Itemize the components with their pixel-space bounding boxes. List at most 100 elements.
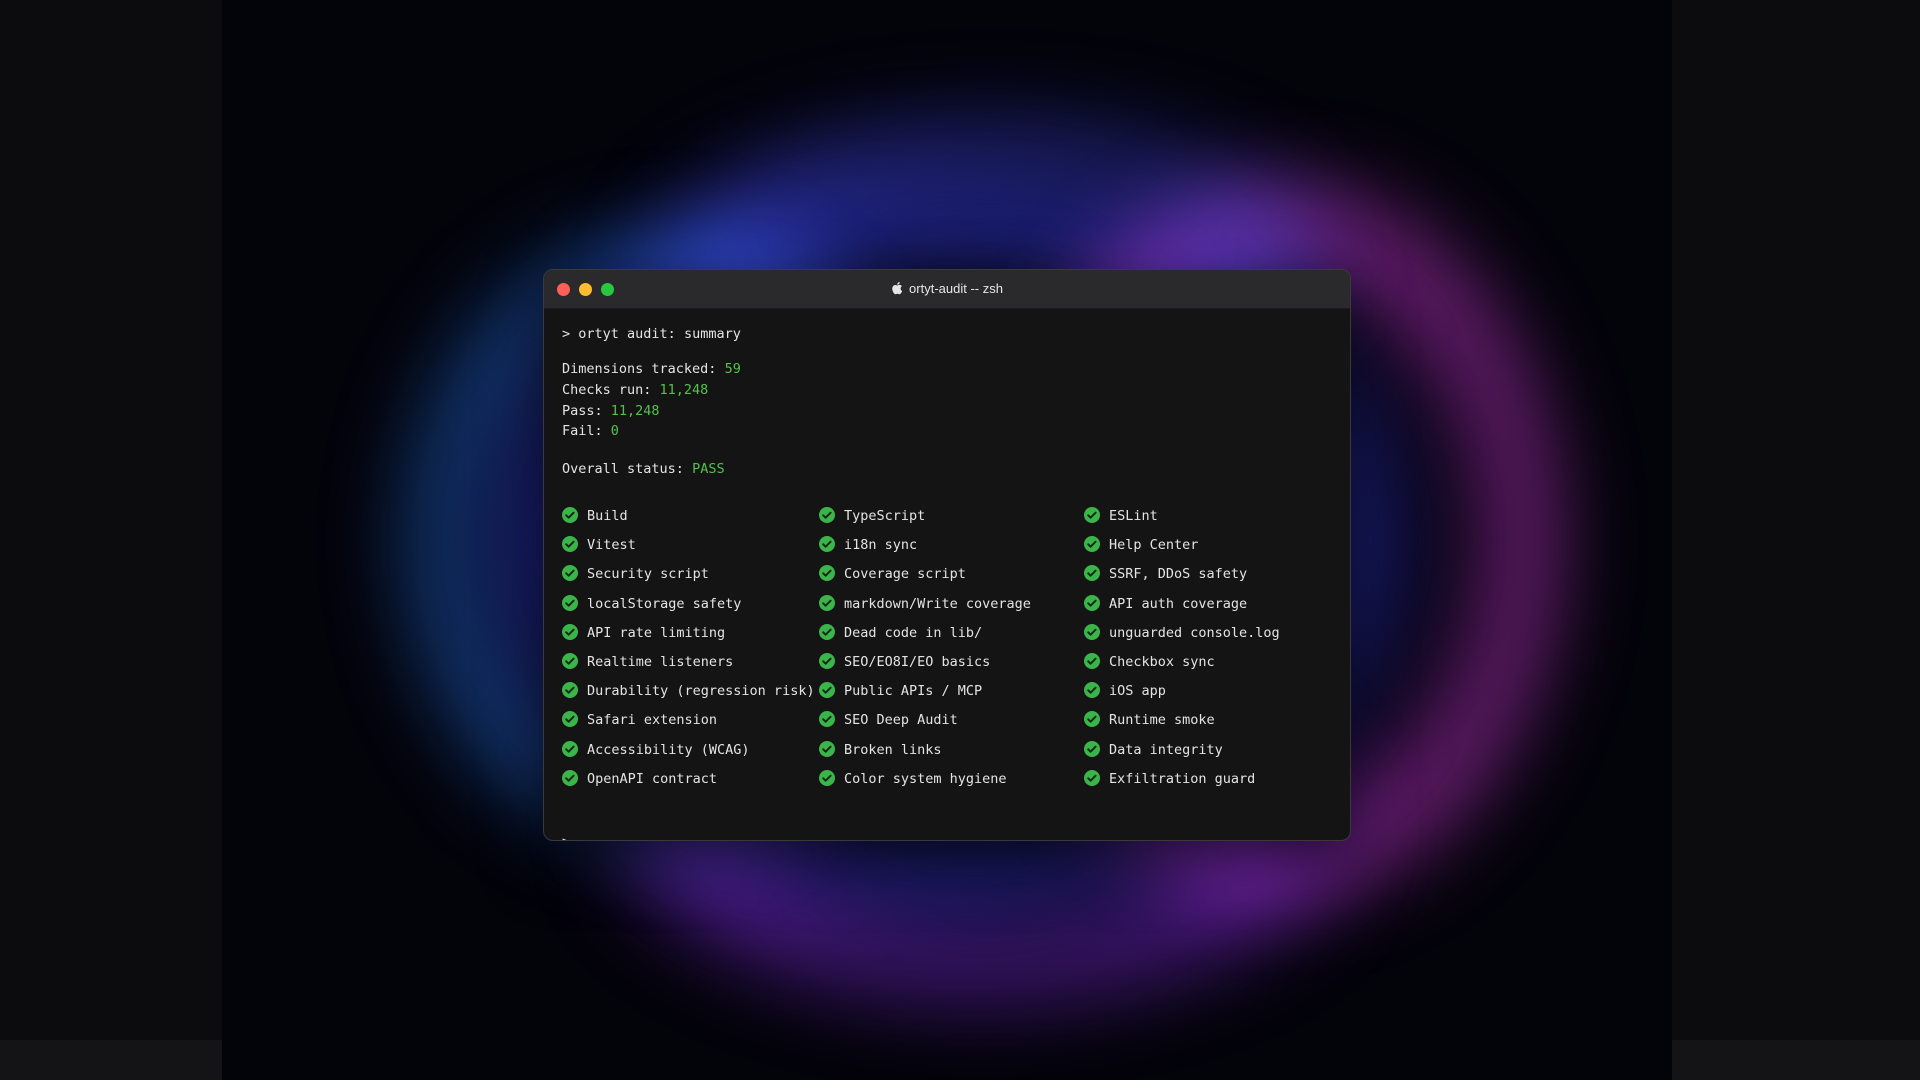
check-circle-icon <box>562 682 578 699</box>
prompt-symbol: > <box>562 326 571 342</box>
check-item: Coverage script <box>819 565 1069 594</box>
check-circle-icon <box>1084 623 1100 640</box>
input-prompt-line[interactable]: > <box>562 832 586 840</box>
check-item-label: Runtime smoke <box>1109 712 1215 729</box>
check-item: iOS app <box>1084 682 1334 711</box>
check-item-label: API auth coverage <box>1109 595 1248 612</box>
terminal-output[interactable]: > ortyt audit: summary Dimensions tracke… <box>562 308 1332 840</box>
right-letterbox <box>1672 0 1920 1080</box>
check-item-label: Color system hygiene <box>844 770 1007 787</box>
check-item: Broken links <box>819 740 1069 770</box>
check-item: OpenAPI contract <box>562 769 812 799</box>
check-item-label: Build <box>587 508 628 524</box>
stat-label: Dimensions tracked: <box>562 361 717 377</box>
check-item-label: OpenAPI contract <box>587 770 718 787</box>
checks-column: Build Vitest Security script localStorage s… <box>562 507 815 799</box>
check-item-label: Security script <box>587 566 709 583</box>
check-circle-icon <box>562 536 578 553</box>
check-item: Data integrity <box>1084 740 1334 770</box>
check-circle-icon <box>1084 711 1100 728</box>
stat-label: Pass: <box>562 403 603 419</box>
check-item-label: Public APIs / MCP <box>844 683 983 700</box>
check-circle-icon <box>562 769 578 786</box>
check-circle-icon <box>1084 652 1100 669</box>
check-item-label: Coverage script <box>844 566 966 583</box>
check-item-label: iOS app <box>1109 683 1166 700</box>
checks-column: TypeScript i18n sync Coverage script markdo… <box>819 507 1069 799</box>
check-circle-icon <box>562 594 578 611</box>
stat-label: Checks run: <box>562 382 652 398</box>
check-item-label: Broken links <box>844 741 942 758</box>
check-item-label: Data integrity <box>1109 741 1223 758</box>
check-item: Realtime listeners <box>562 652 812 682</box>
checks-column: ESLint Help Center SSRF, DDoS safety API au… <box>1084 507 1334 799</box>
check-item-label: Dead code in lib/ <box>844 624 983 641</box>
check-circle-icon <box>1084 536 1100 553</box>
check-item: SSRF, DDoS safety <box>1084 565 1334 594</box>
check-item: i18n sync <box>819 536 1069 565</box>
check-circle-icon <box>819 536 835 553</box>
check-circle-icon <box>819 682 835 699</box>
check-item: SEO Deep Audit <box>819 711 1069 740</box>
check-item: Security script <box>562 565 812 594</box>
check-circle-icon <box>819 507 835 523</box>
check-item: markdown/Write coverage <box>819 594 1069 624</box>
stat-value: 11,248 <box>610 403 660 419</box>
check-circle-icon <box>562 711 578 728</box>
command-line: > ortyt audit: summary <box>562 324 741 344</box>
check-circle-icon <box>1084 507 1100 523</box>
prompt-symbol: > <box>562 834 570 840</box>
check-item-label: localStorage safety <box>587 595 742 612</box>
apple-logo-icon <box>892 282 903 295</box>
check-item: Safari extension <box>562 711 812 740</box>
check-circle-icon <box>1084 740 1100 757</box>
check-item-label: TypeScript <box>844 508 926 524</box>
screen: ortyt-audit -- zsh > ortyt audit: summar… <box>0 0 1920 1080</box>
check-item: Color system hygiene <box>819 769 1069 799</box>
window-title-text: ortyt-audit -- zsh <box>909 281 1003 296</box>
command-text: ortyt audit: summary <box>578 326 741 342</box>
check-circle-icon <box>562 652 578 669</box>
check-circle-icon <box>1084 594 1100 611</box>
stat-value: 0 <box>610 423 619 439</box>
status-label: Overall status: <box>562 461 684 477</box>
check-item: API auth coverage <box>1084 594 1334 624</box>
check-item: API rate limiting <box>562 623 812 653</box>
stat-pass: Pass: 11,248 <box>562 401 660 421</box>
check-circle-icon <box>819 711 835 728</box>
check-item-label: Durability (regression risk) <box>587 683 815 700</box>
check-circle-icon <box>1084 565 1100 582</box>
check-item-label: Help Center <box>1109 537 1199 554</box>
stat-fail: Fail: 0 <box>562 421 619 441</box>
check-item-label: i18n sync <box>844 537 918 554</box>
check-item-label: SEO Deep Audit <box>844 712 958 729</box>
check-item-label: Vitest <box>587 537 636 554</box>
check-item: ESLint <box>1084 507 1334 536</box>
check-item: Public APIs / MCP <box>819 682 1069 711</box>
check-item: Checkbox sync <box>1084 652 1334 682</box>
check-item: localStorage safety <box>562 594 812 624</box>
check-item-label: markdown/Write coverage <box>844 595 1031 612</box>
stat-value: 59 <box>724 361 741 377</box>
check-item-label: ESLint <box>1109 508 1158 524</box>
check-item: Vitest <box>562 536 812 565</box>
check-item: Build <box>562 507 812 536</box>
check-item: SEO/EO8I/EO basics <box>819 652 1069 682</box>
check-circle-icon <box>562 623 578 640</box>
stat-value: 11,248 <box>659 382 709 398</box>
left-letterbox <box>0 0 222 1080</box>
check-circle-icon <box>819 565 835 582</box>
check-item: Dead code in lib/ <box>819 623 1069 653</box>
check-circle-icon <box>819 594 835 611</box>
check-item: Help Center <box>1084 536 1334 565</box>
check-circle-icon <box>819 623 835 640</box>
window-titlebar[interactable]: ortyt-audit -- zsh <box>544 270 1350 309</box>
check-item: unguarded console.log <box>1084 623 1334 653</box>
terminal-window[interactable]: ortyt-audit -- zsh > ortyt audit: summar… <box>543 269 1351 841</box>
check-circle-icon <box>819 740 835 757</box>
stat-dimensions: Dimensions tracked: 59 <box>562 359 741 379</box>
check-item-label: Realtime listeners <box>587 653 734 670</box>
check-circle-icon <box>562 740 578 757</box>
stat-checks-run: Checks run: 11,248 <box>562 380 708 400</box>
check-item-label: SEO/EO8I/EO basics <box>844 653 991 670</box>
